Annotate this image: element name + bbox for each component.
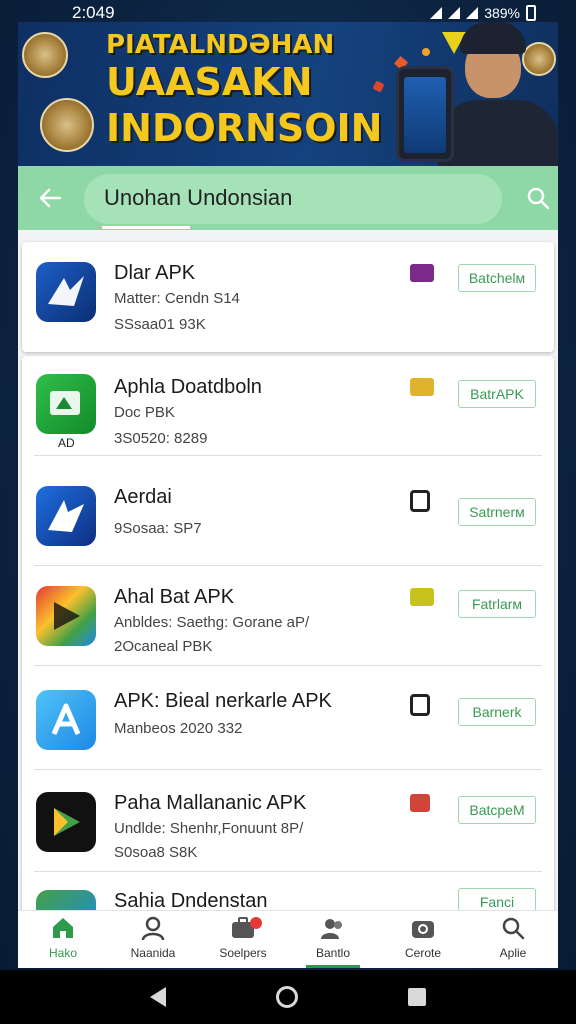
app-icon-paha bbox=[36, 792, 96, 852]
download-button[interactable]: Satrnerм bbox=[458, 498, 536, 526]
app-name: Sahia Dndenstan bbox=[114, 890, 268, 910]
banner-person-cap bbox=[460, 22, 526, 54]
app-size: SSsaa01 93K bbox=[114, 316, 206, 333]
header-underline bbox=[102, 226, 190, 229]
system-recents-icon[interactable] bbox=[408, 988, 426, 1006]
nav-item-home[interactable]: Hako bbox=[18, 911, 108, 968]
garuda-emblem-icon bbox=[22, 32, 68, 78]
app-size: 3S0520: 8289 bbox=[114, 430, 208, 447]
banner-line-2: UAASAKN bbox=[106, 60, 313, 104]
app-meta: 9Sosaa: SP7 bbox=[114, 520, 202, 537]
nav-item-soelpers[interactable]: Soelpers bbox=[198, 911, 288, 968]
status-time: 2:049 bbox=[72, 3, 115, 22]
search-icon[interactable] bbox=[524, 184, 552, 212]
app-meta: Doc PBK bbox=[114, 404, 175, 421]
system-back-icon[interactable] bbox=[150, 987, 166, 1007]
app-meta: Matter: Cendn S14 bbox=[114, 290, 240, 307]
signal-icon bbox=[448, 7, 461, 19]
app-name: Dlar APK bbox=[114, 262, 196, 284]
download-button[interactable]: Fanci bbox=[458, 888, 536, 910]
signal-icon-2 bbox=[466, 7, 479, 19]
nav-label: Bantlo bbox=[315, 946, 351, 960]
list-item[interactable]: Sahia Dndenstan Fanci bbox=[22, 874, 554, 910]
download-button[interactable]: BatcpeM bbox=[458, 796, 536, 824]
download-button[interactable]: Barnerk bbox=[458, 698, 536, 726]
back-arrow-icon[interactable] bbox=[36, 184, 64, 212]
app-meta: Manbeos 2020 332 bbox=[114, 720, 243, 737]
download-button[interactable]: BatrAPK bbox=[458, 380, 536, 408]
rating-badge-icon bbox=[410, 378, 434, 396]
nav-item-cerote[interactable]: Cerote bbox=[378, 911, 468, 968]
battery-percent: 389% bbox=[484, 5, 520, 21]
app-name: Aerdai bbox=[114, 486, 172, 508]
banner-line-1: PIATALNDƏHAN bbox=[106, 30, 335, 60]
app-name: APK: Bieal nerkarle APK bbox=[114, 690, 332, 712]
app-icon-aerdai bbox=[36, 486, 96, 546]
rating-badge-icon bbox=[410, 588, 434, 606]
garuda-emblem-icon-large bbox=[40, 98, 94, 152]
banner-line-3: INDORNSOIN bbox=[106, 106, 383, 150]
app-icon-dlar bbox=[36, 262, 96, 322]
list-item[interactable]: AD Aphla Doatdboln Doc PBK 3S0520: 8289 … bbox=[22, 356, 554, 456]
list-item[interactable]: Ahal Bat APK Anbldes: Saethg: Gorane aP/… bbox=[22, 566, 554, 666]
app-icon-ahal bbox=[36, 586, 96, 646]
wifi-icon bbox=[430, 7, 443, 19]
list-item[interactable]: Dlar APK Matter: Cendn S14 SSsaa01 93K B… bbox=[22, 242, 554, 352]
nav-label: Naanida bbox=[130, 946, 176, 960]
nav-active-indicator bbox=[306, 965, 360, 968]
nav-label: Soelpers bbox=[219, 946, 267, 960]
app-icon-aphla bbox=[36, 374, 96, 434]
bookmark-badge-icon bbox=[410, 794, 430, 812]
app-name: Paha Mallananic APK bbox=[114, 792, 307, 814]
seal-icon bbox=[522, 42, 556, 76]
list-item[interactable]: APK: Bieal nerkarle APK Manbeos 2020 332… bbox=[22, 670, 554, 770]
app-name: Ahal Bat APK bbox=[114, 586, 235, 608]
divider bbox=[34, 665, 542, 666]
divider bbox=[34, 769, 542, 770]
nav-label: Hako bbox=[48, 946, 77, 960]
nav-item-aplie[interactable]: Aplie bbox=[468, 911, 558, 968]
battery-icon bbox=[526, 5, 536, 21]
app-list[interactable]: Dlar APK Matter: Cendn S14 SSsaa01 93K B… bbox=[18, 230, 558, 910]
divider bbox=[34, 871, 542, 872]
app-name: Aphla Doatdboln bbox=[114, 376, 262, 398]
people-icon bbox=[321, 919, 342, 939]
app-size: 2Ocaneal PBK bbox=[114, 638, 213, 655]
status-icons: 389% bbox=[430, 5, 536, 21]
promo-banner[interactable]: PIATALNDƏHAN UAASAKN INDORNSOIN bbox=[18, 22, 558, 166]
rating-badge-icon bbox=[410, 264, 434, 282]
person-search-icon bbox=[141, 916, 165, 941]
list-item[interactable]: Aerdai 9Sosaa: SP7 Satrnerм bbox=[22, 466, 554, 566]
home-icon bbox=[53, 918, 73, 938]
nav-label: Aplie bbox=[499, 946, 527, 960]
banner-person-body bbox=[438, 100, 558, 166]
app-icon-sahia bbox=[36, 890, 96, 910]
nav-label: Cerote bbox=[404, 946, 442, 960]
notification-dot bbox=[250, 917, 262, 929]
dot-decoration bbox=[422, 48, 430, 56]
page-title: Unohan Undonsian bbox=[104, 185, 293, 210]
list-item[interactable]: Paha Mallananic APK Undlde: Shenhr,Fonuu… bbox=[22, 772, 554, 872]
camera-icon bbox=[412, 921, 434, 938]
download-button[interactable]: Fatrlarм bbox=[458, 590, 536, 618]
dot-decoration bbox=[372, 80, 385, 93]
app-header: Unohan Undonsian bbox=[18, 166, 558, 230]
nav-item-naanida[interactable]: Naanida bbox=[108, 911, 198, 968]
app-list-group: AD Aphla Doatdboln Doc PBK 3S0520: 8289 … bbox=[22, 356, 554, 910]
ad-label: AD bbox=[58, 436, 75, 450]
download-button[interactable]: Batchelм bbox=[458, 264, 536, 292]
search-icon bbox=[502, 917, 525, 940]
b-badge-icon bbox=[410, 490, 430, 512]
app-size: S0soa8 S8K bbox=[114, 844, 198, 861]
app-meta: Undlde: Shenhr,Fonuunt 8P/ bbox=[114, 820, 304, 837]
system-home-icon[interactable] bbox=[276, 986, 298, 1008]
divider bbox=[34, 455, 542, 456]
app-icon-apk bbox=[36, 690, 96, 750]
system-navigation-bar bbox=[0, 970, 576, 1024]
app-meta: Anbldes: Saethg: Gorane aP/ bbox=[114, 614, 310, 631]
b-badge-icon bbox=[410, 694, 430, 716]
nav-item-bantlo[interactable]: Bantlo bbox=[288, 911, 378, 968]
banner-phone-image bbox=[396, 66, 454, 162]
bottom-navigation: Hako Naanida Soelpers Bantlo Cerote Apli… bbox=[18, 910, 558, 968]
